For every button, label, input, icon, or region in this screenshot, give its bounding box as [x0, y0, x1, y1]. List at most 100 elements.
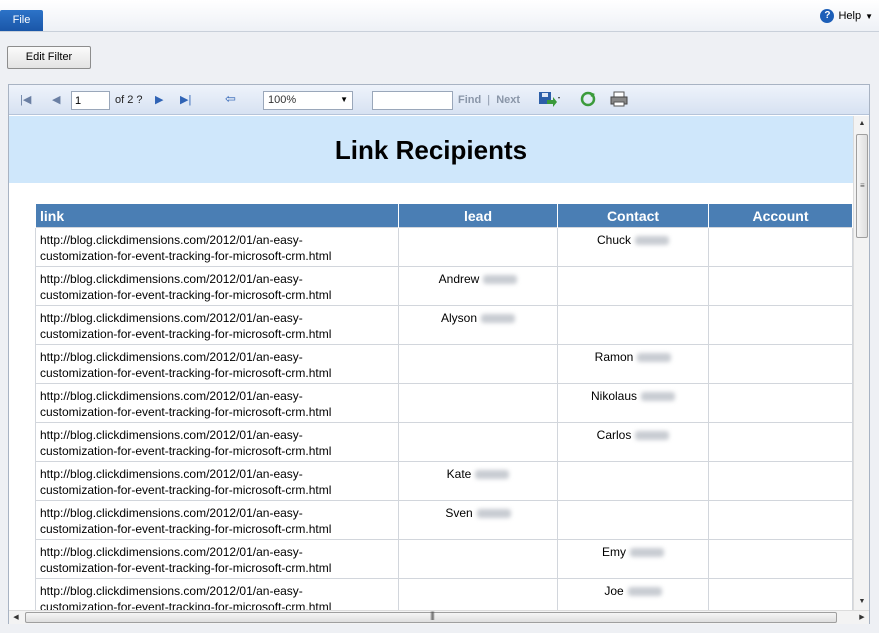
- table-row: http://blog.clickdimensions.com/2012/01/…: [35, 227, 853, 267]
- find-input[interactable]: [372, 91, 453, 110]
- horizontal-scrollbar[interactable]: ◀ ||| ▶: [9, 610, 869, 624]
- column-header-link: link: [35, 203, 399, 228]
- table-header-row: link lead Contact Account: [35, 203, 853, 228]
- title-band: Link Recipients: [9, 116, 853, 183]
- link-text-line1: http://blog.clickdimensions.com/2012/01/…: [40, 506, 303, 520]
- link-text-line2: customization-for-event-tracking-for-mic…: [40, 483, 332, 497]
- table-row: http://blog.clickdimensions.com/2012/01/…: [35, 305, 853, 345]
- scroll-up-icon[interactable]: ▲: [854, 116, 870, 132]
- contact-name: Emy: [602, 545, 626, 559]
- contact-cell: Chuck: [557, 227, 709, 267]
- page-number-input[interactable]: [71, 91, 110, 110]
- redacted-surname: [637, 353, 672, 363]
- table-row: http://blog.clickdimensions.com/2012/01/…: [35, 344, 853, 384]
- first-page-icon[interactable]: |◀: [20, 93, 31, 106]
- lead-name: Kate: [446, 467, 472, 481]
- help-label: Help: [838, 10, 862, 22]
- account-cell: [708, 578, 853, 610]
- back-icon[interactable]: ⇦: [225, 91, 236, 107]
- scroll-right-icon[interactable]: ▶: [855, 611, 869, 625]
- last-page-icon[interactable]: ▶|: [180, 93, 191, 106]
- redacted-surname: [627, 587, 662, 597]
- file-menu-button[interactable]: File: [0, 10, 43, 31]
- account-cell: [708, 305, 853, 345]
- column-header-account: Account: [708, 203, 853, 228]
- link-text-line1: http://blog.clickdimensions.com/2012/01/…: [40, 467, 303, 481]
- link-cell: http://blog.clickdimensions.com/2012/01/…: [35, 266, 399, 306]
- link-cell: http://blog.clickdimensions.com/2012/01/…: [35, 227, 399, 267]
- contact-cell: [557, 500, 709, 540]
- link-text-line2: customization-for-event-tracking-for-mic…: [40, 522, 332, 536]
- account-cell: [708, 227, 853, 267]
- redacted-surname: [483, 275, 518, 285]
- table-row: http://blog.clickdimensions.com/2012/01/…: [35, 461, 853, 501]
- contact-cell: [557, 266, 709, 306]
- redacted-surname: [641, 392, 676, 402]
- help-icon: ?: [820, 9, 835, 23]
- contact-cell: Carlos: [557, 422, 709, 462]
- next-page-icon[interactable]: ▶: [155, 93, 163, 106]
- chevron-down-icon: ▼: [865, 11, 873, 21]
- help-menu[interactable]: ? Help ▼: [820, 8, 873, 24]
- lead-cell: [398, 539, 558, 579]
- lead-name: Alyson: [440, 311, 478, 325]
- export-icon[interactable]: [538, 91, 560, 110]
- contact-cell: Emy: [557, 539, 709, 579]
- lead-cell: Kate: [398, 461, 558, 501]
- link-cell: http://blog.clickdimensions.com/2012/01/…: [35, 344, 399, 384]
- table-row: http://blog.clickdimensions.com/2012/01/…: [35, 383, 853, 423]
- lead-cell: [398, 383, 558, 423]
- link-text-line2: customization-for-event-tracking-for-mic…: [40, 444, 332, 458]
- redacted-surname: [481, 314, 516, 324]
- account-cell: [708, 461, 853, 501]
- link-text-line2: customization-for-event-tracking-for-mic…: [40, 405, 332, 419]
- zoom-value: 100%: [268, 94, 297, 106]
- report-title: Link Recipients: [334, 135, 528, 165]
- zoom-select[interactable]: 100% ▼: [263, 91, 353, 110]
- contact-cell: [557, 305, 709, 345]
- redacted-surname: [630, 548, 664, 558]
- contact-name: Nikolaus: [590, 389, 638, 403]
- account-cell: [708, 422, 853, 462]
- lead-cell: [398, 227, 558, 267]
- link-text-line2: customization-for-event-tracking-for-mic…: [40, 249, 332, 263]
- link-text-line1: http://blog.clickdimensions.com/2012/01/…: [40, 389, 303, 403]
- link-cell: http://blog.clickdimensions.com/2012/01/…: [35, 422, 399, 462]
- link-text-line1: http://blog.clickdimensions.com/2012/01/…: [40, 233, 303, 247]
- lead-name: Sven: [445, 506, 473, 520]
- lead-name: Andrew: [438, 272, 480, 286]
- previous-page-icon[interactable]: ◀: [52, 93, 60, 106]
- refresh-icon[interactable]: [580, 91, 596, 110]
- link-text-line1: http://blog.clickdimensions.com/2012/01/…: [40, 584, 303, 598]
- contact-cell: [557, 461, 709, 501]
- link-text-line2: customization-for-event-tracking-for-mic…: [40, 600, 332, 610]
- table-row: http://blog.clickdimensions.com/2012/01/…: [35, 266, 853, 306]
- vertical-scroll-thumb[interactable]: ≡: [856, 134, 868, 238]
- link-cell: http://blog.clickdimensions.com/2012/01/…: [35, 461, 399, 501]
- account-cell: [708, 500, 853, 540]
- account-cell: [708, 266, 853, 306]
- contact-cell: Joe: [557, 578, 709, 610]
- find-separator: |: [487, 94, 491, 106]
- link-text-line1: http://blog.clickdimensions.com/2012/01/…: [40, 272, 303, 286]
- next-link[interactable]: Next: [496, 94, 520, 106]
- link-text-line1: http://blog.clickdimensions.com/2012/01/…: [40, 311, 303, 325]
- contact-name: Ramon: [594, 350, 634, 364]
- redacted-surname: [635, 236, 669, 246]
- table-row: http://blog.clickdimensions.com/2012/01/…: [35, 500, 853, 540]
- scroll-left-icon[interactable]: ◀: [9, 611, 23, 625]
- link-text-line2: customization-for-event-tracking-for-mic…: [40, 561, 332, 575]
- link-text-line1: http://blog.clickdimensions.com/2012/01/…: [40, 350, 303, 364]
- edit-filter-button[interactable]: Edit Filter: [7, 46, 91, 69]
- scroll-down-icon[interactable]: ▼: [854, 594, 870, 610]
- find-link[interactable]: Find: [458, 94, 481, 106]
- print-icon[interactable]: [610, 91, 628, 110]
- horizontal-scroll-thumb[interactable]: |||: [25, 610, 837, 623]
- link-text-line1: http://blog.clickdimensions.com/2012/01/…: [40, 428, 303, 442]
- account-cell: [708, 539, 853, 579]
- redacted-surname: [635, 431, 670, 441]
- link-cell: http://blog.clickdimensions.com/2012/01/…: [35, 539, 399, 579]
- vertical-scrollbar[interactable]: ▲ ≡ ▼: [853, 116, 869, 610]
- lead-cell: [398, 344, 558, 384]
- report-viewer: |◀ ◀ of 2 ? ▶ ▶| ⇦ 100% ▼ Find | Next Li…: [8, 84, 870, 624]
